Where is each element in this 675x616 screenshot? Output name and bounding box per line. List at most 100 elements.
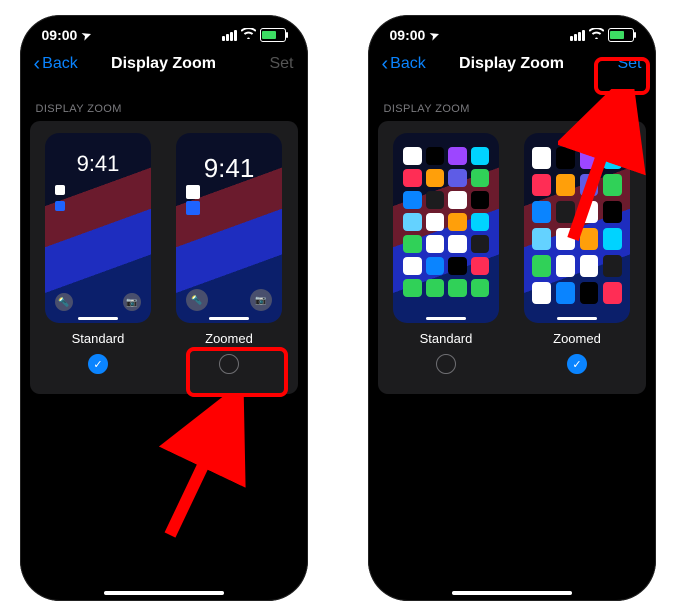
app-icon bbox=[580, 174, 599, 196]
app-icon bbox=[471, 213, 490, 231]
zoom-options-card: Standard Zoomed ✓ bbox=[378, 121, 646, 394]
app-icon bbox=[532, 174, 551, 196]
app-icon bbox=[580, 282, 599, 304]
status-bar: 09:00 ➤ bbox=[368, 15, 656, 47]
app-icon bbox=[426, 279, 445, 297]
app-icon bbox=[471, 279, 490, 297]
set-button[interactable]: Set bbox=[582, 55, 642, 73]
widget-icon bbox=[186, 201, 200, 215]
status-time: 09:00 bbox=[390, 27, 426, 43]
option-label-zoomed: Zoomed bbox=[205, 331, 253, 346]
annotation-arrow bbox=[150, 395, 260, 545]
app-icon bbox=[580, 201, 599, 223]
app-icon bbox=[426, 257, 445, 275]
app-icon bbox=[603, 228, 622, 250]
app-icon bbox=[448, 235, 467, 253]
preview-standard bbox=[393, 133, 499, 323]
home-indicator-icon bbox=[452, 591, 572, 595]
app-icon bbox=[603, 174, 622, 196]
page-title: Display Zoom bbox=[442, 55, 582, 73]
option-zoomed[interactable]: 9:41 🔦 📷 Zoomed bbox=[171, 133, 288, 374]
option-label-zoomed: Zoomed bbox=[553, 331, 601, 346]
app-icon bbox=[403, 213, 422, 231]
nav-bar: ‹ Back Display Zoom Set bbox=[368, 47, 656, 85]
app-icon bbox=[556, 174, 575, 196]
app-icon bbox=[426, 235, 445, 253]
widget-icon bbox=[186, 185, 200, 199]
chevron-left-icon: ‹ bbox=[382, 57, 389, 71]
app-icon bbox=[603, 147, 622, 169]
app-icon bbox=[403, 147, 422, 165]
camera-icon: 📷 bbox=[123, 293, 141, 311]
preview-standard: 9:41 🔦 📷 bbox=[45, 133, 151, 323]
app-icon bbox=[403, 191, 422, 209]
option-standard[interactable]: 9:41 🔦 📷 Standard ✓ bbox=[40, 133, 157, 374]
back-button[interactable]: ‹ Back bbox=[382, 55, 442, 73]
radio-zoomed[interactable] bbox=[219, 354, 239, 374]
app-icon bbox=[426, 169, 445, 187]
app-icon bbox=[471, 257, 490, 275]
home-indicator-icon bbox=[426, 317, 466, 320]
location-icon: ➤ bbox=[428, 27, 441, 42]
flashlight-icon: 🔦 bbox=[55, 293, 73, 311]
set-button[interactable]: Set bbox=[234, 55, 294, 73]
app-icon bbox=[580, 228, 599, 250]
phone-screenshot-left: 09:00 ➤ ‹ Back Display Zoom Set DISPLAY … bbox=[20, 15, 308, 601]
app-icon bbox=[580, 255, 599, 277]
radio-standard[interactable]: ✓ bbox=[88, 354, 108, 374]
preview-zoomed bbox=[524, 133, 630, 323]
app-icon bbox=[603, 282, 622, 304]
option-zoomed[interactable]: Zoomed ✓ bbox=[519, 133, 636, 374]
signal-icon bbox=[222, 30, 237, 41]
flashlight-icon: 🔦 bbox=[186, 289, 208, 311]
lock-time: 9:41 bbox=[176, 153, 282, 184]
app-icon bbox=[532, 201, 551, 223]
battery-icon bbox=[608, 28, 634, 42]
page-title: Display Zoom bbox=[94, 55, 234, 73]
preview-zoomed: 9:41 🔦 📷 bbox=[176, 133, 282, 323]
radio-standard[interactable] bbox=[436, 354, 456, 374]
app-grid bbox=[532, 147, 622, 301]
app-icon bbox=[603, 201, 622, 223]
app-icon bbox=[471, 147, 490, 165]
camera-icon: 📷 bbox=[250, 289, 272, 311]
lock-time: 9:41 bbox=[45, 151, 151, 177]
chevron-left-icon: ‹ bbox=[34, 57, 41, 71]
app-icon bbox=[556, 255, 575, 277]
app-icon bbox=[556, 201, 575, 223]
zoom-options-card: 9:41 🔦 📷 Standard ✓ 9:41 🔦 📷 Zoomed bbox=[30, 121, 298, 394]
home-indicator-icon bbox=[104, 591, 224, 595]
back-label: Back bbox=[390, 55, 426, 73]
app-icon bbox=[426, 147, 445, 165]
app-icon bbox=[471, 191, 490, 209]
section-header: DISPLAY ZOOM bbox=[20, 85, 308, 121]
app-icon bbox=[556, 228, 575, 250]
home-indicator-icon bbox=[209, 317, 249, 320]
back-label: Back bbox=[42, 55, 78, 73]
back-button[interactable]: ‹ Back bbox=[34, 55, 94, 73]
app-icon bbox=[603, 255, 622, 277]
app-icon bbox=[471, 169, 490, 187]
app-icon bbox=[403, 169, 422, 187]
signal-icon bbox=[570, 30, 585, 41]
app-icon bbox=[532, 147, 551, 169]
phone-screenshot-right: 09:00 ➤ ‹ Back Display Zoom Set DISPLAY … bbox=[368, 15, 656, 601]
app-icon bbox=[403, 235, 422, 253]
location-icon: ➤ bbox=[80, 27, 93, 42]
option-standard[interactable]: Standard bbox=[388, 133, 505, 374]
status-bar: 09:00 ➤ bbox=[20, 15, 308, 47]
app-icon bbox=[448, 191, 467, 209]
section-header: DISPLAY ZOOM bbox=[368, 85, 656, 121]
wifi-icon bbox=[589, 28, 604, 42]
option-label-standard: Standard bbox=[420, 331, 473, 346]
app-icon bbox=[403, 279, 422, 297]
status-right bbox=[222, 28, 286, 42]
status-time: 09:00 bbox=[42, 27, 78, 43]
nav-bar: ‹ Back Display Zoom Set bbox=[20, 47, 308, 85]
radio-zoomed[interactable]: ✓ bbox=[567, 354, 587, 374]
widget-icon bbox=[55, 201, 65, 211]
app-grid bbox=[403, 147, 489, 301]
status-right bbox=[570, 28, 634, 42]
app-icon bbox=[532, 255, 551, 277]
app-icon bbox=[426, 191, 445, 209]
